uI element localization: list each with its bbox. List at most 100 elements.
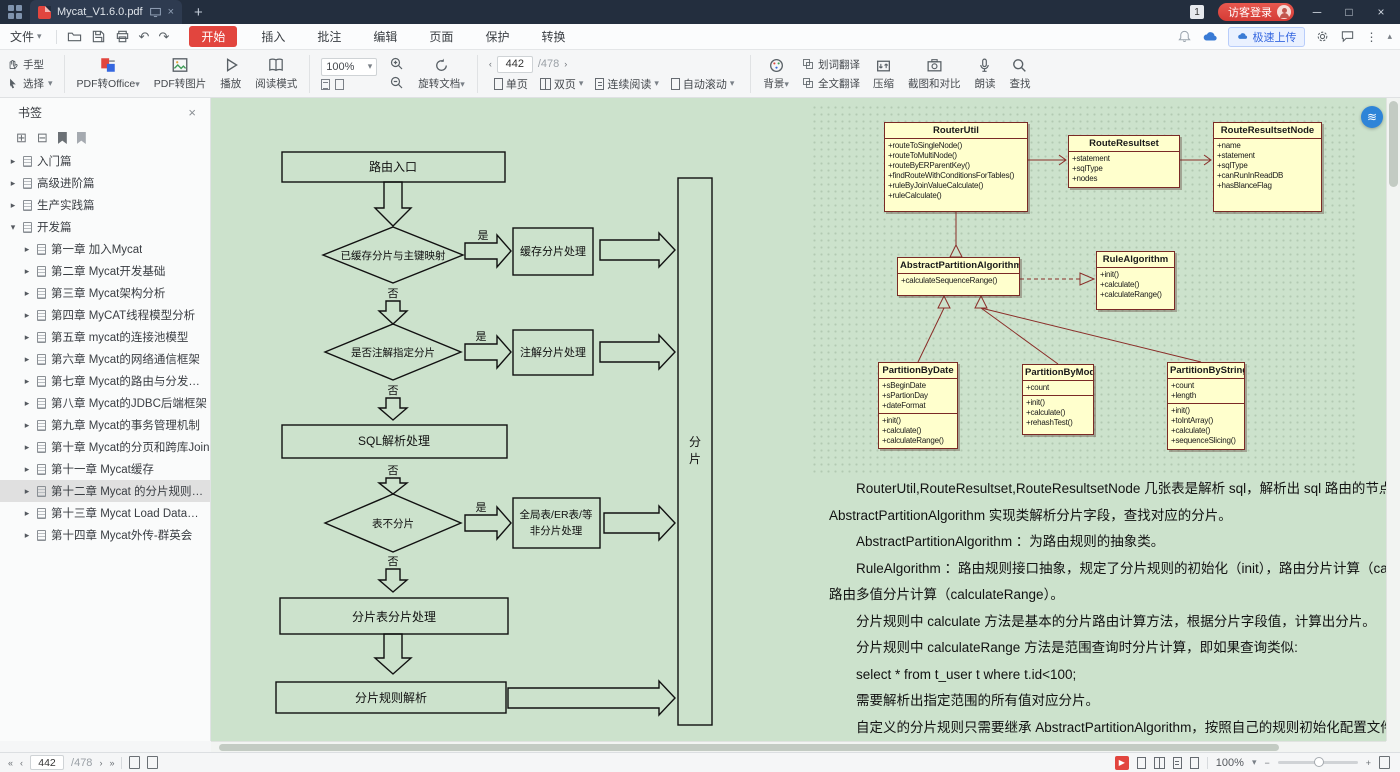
fullscreen-icon[interactable] bbox=[1379, 756, 1390, 769]
zoom-slider-thumb[interactable] bbox=[1313, 757, 1324, 767]
page-input[interactable] bbox=[496, 55, 533, 73]
horizontal-scrollbar[interactable] bbox=[211, 741, 1386, 752]
send-to-device-icon[interactable] bbox=[149, 6, 162, 19]
play-button[interactable]: 播放 bbox=[213, 56, 248, 91]
bookmark-item[interactable]: ▸ 第七章 Mycat的路由与分发流程 bbox=[0, 370, 210, 392]
expand-icon[interactable]: ▸ bbox=[8, 200, 18, 211]
pdf-page[interactable]: 路由入口 已缓存分片与主键映射 是 缓存分片处理 否 是否注解指定分片 是 注解… bbox=[211, 98, 1386, 741]
collapse-all-icon[interactable]: ⊟ bbox=[37, 130, 48, 146]
fast-upload-button[interactable]: 极速上传 bbox=[1228, 26, 1306, 47]
expand-icon[interactable]: ▸ bbox=[22, 244, 32, 255]
slideshow-icon[interactable]: ▶ bbox=[1114, 755, 1129, 770]
thumbnail-view-icon[interactable] bbox=[129, 756, 141, 769]
bookmark-item[interactable]: ▸ 第八章 Mycat的JDBC后端框架 bbox=[0, 392, 210, 414]
pdf-to-image-button[interactable]: PDF转图片 bbox=[147, 56, 214, 91]
bookmark-item[interactable]: ▸ 第十二章 Mycat 的分片规则设计 bbox=[0, 480, 210, 502]
tab-annotate[interactable]: 批注 bbox=[309, 26, 349, 47]
tab-insert[interactable]: 插入 bbox=[253, 26, 293, 47]
undo-icon[interactable]: ↶ bbox=[139, 29, 150, 45]
zoom-in-icon[interactable] bbox=[389, 56, 405, 72]
expand-icon[interactable]: ▸ bbox=[22, 530, 32, 541]
single-page-button[interactable]: 单页 bbox=[489, 76, 533, 92]
file-menu[interactable]: 文件 ▾ bbox=[0, 28, 52, 45]
tab-home[interactable]: 开始 bbox=[189, 26, 238, 47]
bookmark-item[interactable]: ▸ 第十三章 Mycat Load Data源码 bbox=[0, 502, 210, 524]
first-page-icon[interactable]: « bbox=[8, 758, 13, 768]
document-tab[interactable]: Mycat_V1.6.0.pdf × bbox=[30, 0, 183, 24]
feedback-icon[interactable] bbox=[1340, 29, 1355, 44]
expand-icon[interactable]: ▸ bbox=[22, 398, 32, 409]
floating-nav-button[interactable]: ≋ bbox=[1361, 106, 1383, 128]
select-tool-button[interactable]: 选择 ▾ bbox=[6, 76, 53, 91]
double-page-view-icon[interactable] bbox=[1153, 756, 1165, 769]
bookmark-item[interactable]: ▸ 第十章 Mycat的分页和跨库Join bbox=[0, 436, 210, 458]
bookmark-item[interactable]: ▸ 第九章 Mycat的事务管理机制 bbox=[0, 414, 210, 436]
horizontal-scrollbar-thumb[interactable] bbox=[219, 744, 1279, 751]
gear-icon[interactable] bbox=[1315, 29, 1330, 44]
bookmark-item[interactable]: ▸ 高级进阶篇 bbox=[0, 172, 210, 194]
redo-icon[interactable]: ↷ bbox=[158, 29, 169, 45]
collapse-icon[interactable]: ▾ bbox=[8, 222, 18, 233]
bookmark-item[interactable]: ▸ 第三章 Mycat架构分析 bbox=[0, 282, 210, 304]
edit-page-icon[interactable] bbox=[147, 756, 159, 769]
minimize-button[interactable]: ─ bbox=[1308, 5, 1326, 19]
status-zoom-value[interactable]: 100% bbox=[1216, 757, 1244, 769]
zoom-out-icon[interactable] bbox=[389, 75, 405, 91]
close-button[interactable]: × bbox=[1372, 5, 1390, 19]
tab-close-icon[interactable]: × bbox=[168, 6, 174, 18]
new-tab-button[interactable]: + bbox=[194, 4, 203, 21]
continuous-view-icon[interactable] bbox=[1172, 756, 1182, 769]
expand-icon[interactable]: ▸ bbox=[22, 288, 32, 299]
autoscroll-button[interactable]: 自动滚动 ▾ bbox=[666, 76, 740, 92]
expand-icon[interactable]: ▸ bbox=[22, 266, 32, 277]
prev-page-icon[interactable]: ‹ bbox=[489, 59, 492, 69]
zoom-slider[interactable] bbox=[1277, 757, 1358, 767]
double-page-button[interactable]: 双页 ▾ bbox=[535, 76, 589, 92]
prev-page-icon[interactable]: ‹ bbox=[20, 758, 23, 768]
panel-close-icon[interactable]: × bbox=[188, 105, 196, 120]
read-mode-button[interactable]: 阅读模式 bbox=[248, 56, 304, 91]
find-button[interactable]: 查找 bbox=[1002, 57, 1037, 91]
last-page-icon[interactable]: » bbox=[109, 758, 114, 768]
tab-edit[interactable]: 编辑 bbox=[365, 26, 405, 47]
bell-icon[interactable] bbox=[1177, 29, 1192, 44]
expand-icon[interactable]: ▸ bbox=[22, 486, 32, 497]
expand-icon[interactable]: ▸ bbox=[22, 442, 32, 453]
fit-width-icon[interactable] bbox=[321, 78, 331, 90]
next-page-icon[interactable]: › bbox=[99, 758, 102, 768]
vertical-scrollbar-thumb[interactable] bbox=[1389, 101, 1398, 187]
expand-icon[interactable]: ▸ bbox=[22, 464, 32, 475]
tab-page[interactable]: 页面 bbox=[421, 26, 461, 47]
open-file-icon[interactable] bbox=[67, 29, 82, 44]
rotate-button[interactable]: 旋转文档▾ bbox=[411, 57, 472, 91]
save-icon[interactable] bbox=[91, 29, 106, 44]
bookmark-item[interactable]: ▸ 第五章 mycat的连接池模型 bbox=[0, 326, 210, 348]
notification-badge[interactable]: 1 bbox=[1190, 5, 1204, 19]
more-menu-icon[interactable]: ⋮ bbox=[1365, 30, 1377, 44]
bookmark-item[interactable]: ▸ 第十一章 Mycat缓存 bbox=[0, 458, 210, 480]
expand-icon[interactable]: ▸ bbox=[22, 354, 32, 365]
book-view-icon[interactable] bbox=[1189, 756, 1199, 769]
print-icon[interactable] bbox=[115, 29, 130, 44]
screenshot-button[interactable]: 截图和对比 bbox=[901, 57, 968, 91]
edit-bookmark-icon[interactable] bbox=[76, 132, 86, 144]
zoom-out-button[interactable]: − bbox=[1264, 758, 1269, 768]
vertical-scrollbar[interactable] bbox=[1386, 98, 1400, 741]
full-translate-button[interactable]: 全文翻译 bbox=[802, 76, 860, 91]
word-translate-button[interactable]: 划词翻译 bbox=[802, 57, 860, 72]
compress-button[interactable]: 压缩 bbox=[866, 57, 901, 91]
bookmark-item[interactable]: ▸ 第十四章 Mycat外传-群英会 bbox=[0, 524, 210, 546]
login-button[interactable]: 访客登录 bbox=[1218, 3, 1294, 21]
hand-tool-button[interactable]: 手型 bbox=[6, 57, 53, 72]
expand-icon[interactable]: ▸ bbox=[8, 178, 18, 189]
zoom-in-button[interactable]: + bbox=[1366, 758, 1371, 768]
single-page-view-icon[interactable] bbox=[1136, 756, 1146, 769]
status-page-input[interactable] bbox=[30, 755, 65, 770]
tab-protect[interactable]: 保护 bbox=[477, 26, 517, 47]
expand-icon[interactable]: ▸ bbox=[8, 156, 18, 167]
expand-icon[interactable]: ▸ bbox=[22, 508, 32, 519]
bookmark-item[interactable]: ▾ 开发篇 bbox=[0, 216, 210, 238]
expand-icon[interactable]: ▸ bbox=[22, 376, 32, 387]
cloud-logo-icon[interactable] bbox=[1202, 29, 1218, 45]
pdf-to-office-button[interactable]: PDF转Office▾ bbox=[70, 56, 147, 91]
